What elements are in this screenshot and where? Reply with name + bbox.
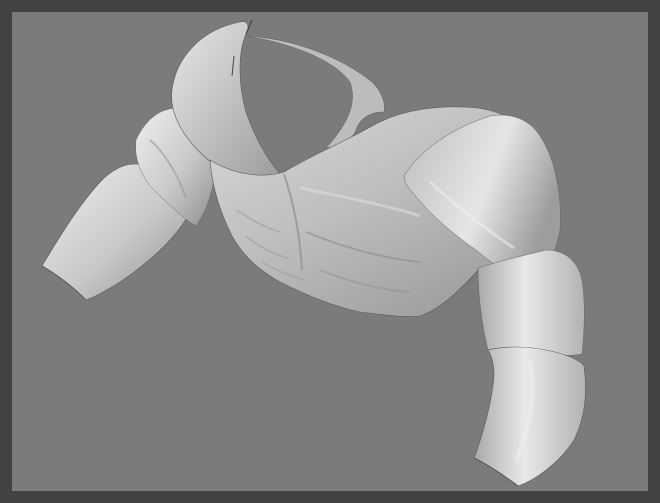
right-upper-arm [477,249,585,356]
app-frame [0,0,660,503]
3d-viewport[interactable] [12,12,648,491]
sculpt-model[interactable] [12,12,648,491]
